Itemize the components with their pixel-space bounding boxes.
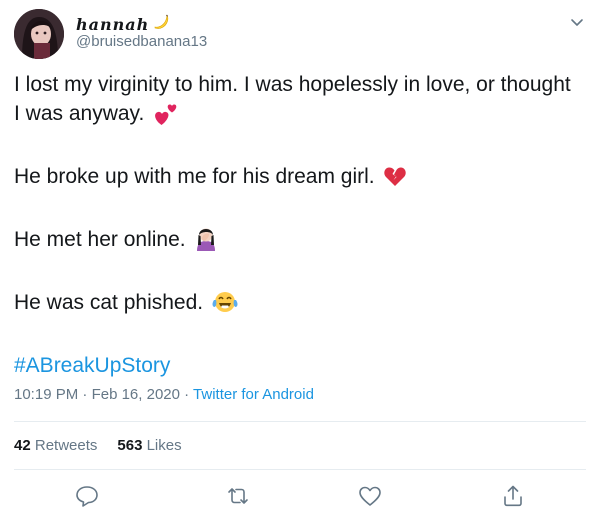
user-handle[interactable]: @bruisedbanana13 xyxy=(76,33,207,50)
tweet-paragraph-text: I lost my virginity to him. I was hopele… xyxy=(14,73,571,125)
tweet-text: I lost my virginity to him. I was hopele… xyxy=(14,70,574,409)
hashtag-link[interactable]: #ABreakUpStory xyxy=(14,354,170,377)
tweet-stats: 42 Retweets 563 Likes xyxy=(14,437,182,454)
retweets-label: Retweets xyxy=(34,437,98,454)
tweet-paragraph: I lost my virginity to him. I was hopele… xyxy=(14,70,574,133)
retweets-count: 42 xyxy=(14,437,31,454)
divider xyxy=(14,421,586,422)
tweet-paragraph-text: He was cat phished. xyxy=(14,291,204,314)
retweet-icon[interactable] xyxy=(225,483,251,509)
meta-separator: · xyxy=(82,386,88,403)
share-icon[interactable] xyxy=(500,483,526,509)
like-icon[interactable] xyxy=(357,483,383,509)
two-hearts-icon xyxy=(153,101,179,133)
tweet-paragraph: #ABreakUpStory xyxy=(14,351,574,380)
avatar[interactable] xyxy=(14,9,64,59)
chevron-down-icon[interactable] xyxy=(568,13,586,31)
broken-heart-icon xyxy=(383,164,407,196)
reply-icon[interactable] xyxy=(74,483,100,509)
meta-separator: · xyxy=(184,386,190,403)
avatar-image xyxy=(14,9,64,59)
tweet-source-link[interactable]: Twitter for Android xyxy=(193,386,314,403)
tweet-paragraph-text: He met her online. xyxy=(14,228,186,251)
facepalm-icon xyxy=(194,225,218,259)
retweets-stat[interactable]: 42 Retweets xyxy=(14,437,97,454)
tears-of-joy-icon xyxy=(212,290,238,322)
likes-stat[interactable]: 563 Likes xyxy=(117,437,181,454)
tweet-date[interactable]: Feb 16, 2020 xyxy=(92,386,180,403)
tweet-action-bar xyxy=(0,483,600,509)
tweet-time[interactable]: 10:19 PM xyxy=(14,386,78,403)
tweet-paragraph: He broke up with me for his dream girl. xyxy=(14,162,574,196)
likes-count: 563 xyxy=(117,437,143,454)
tweet-meta: 10:19 PM · Feb 16, 2020 · Twitter for An… xyxy=(14,386,314,403)
tweet-paragraph-text: He broke up with me for his dream girl. xyxy=(14,165,375,188)
likes-label: Likes xyxy=(146,437,182,454)
divider xyxy=(14,469,586,470)
display-name[interactable]: hannah xyxy=(76,15,149,34)
tweet-paragraph: He met her online. xyxy=(14,225,574,259)
tweet-paragraph: He was cat phished. xyxy=(14,288,574,322)
